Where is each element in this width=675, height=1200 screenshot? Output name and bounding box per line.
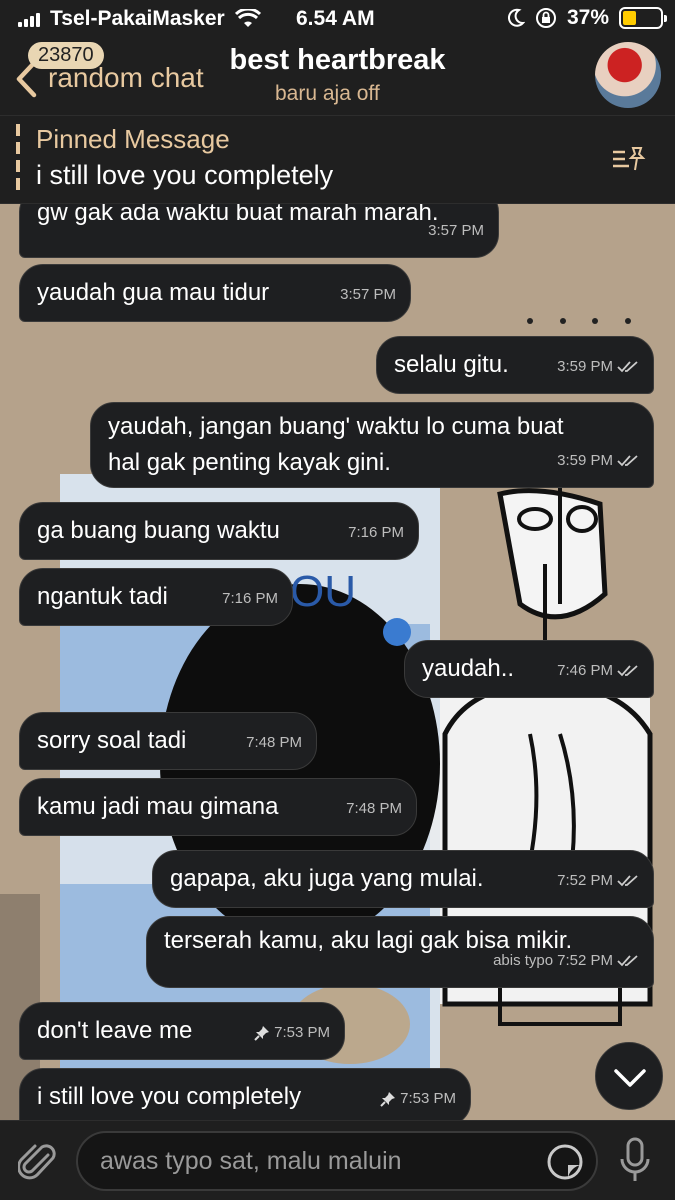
message-time: 7:52 PM <box>557 952 613 969</box>
message-time: 7:53 PM <box>400 1090 456 1107</box>
message-time: 7:16 PM <box>222 590 278 607</box>
double-check-icon <box>617 665 638 677</box>
scroll-to-bottom-button[interactable] <box>595 1042 663 1110</box>
double-check-icon <box>617 361 638 373</box>
chat-status: baru aja off <box>275 82 380 105</box>
message-bubble-incoming[interactable]: ga buang buang waktu 7:16 PM <box>19 502 419 560</box>
message-text: don't leave me <box>37 1017 193 1044</box>
message-bubble-incoming[interactable]: ngantuk tadi 7:16 PM <box>19 568 293 626</box>
paperclip-icon[interactable] <box>18 1139 58 1183</box>
battery-icon <box>619 7 667 29</box>
pinned-title: Pinned Message <box>36 124 230 154</box>
status-bar: Tsel-PakaiMasker 6.54 AM 37% <box>0 0 675 38</box>
message-text: yaudah, jangan buang' waktu lo cuma buat <box>108 413 564 440</box>
message-text: gw gak ada waktu buat marah marah. <box>37 204 439 226</box>
carrier-name: Tsel-PakaiMasker <box>50 7 225 30</box>
message-time: 7:48 PM <box>246 734 302 751</box>
message-text: gapapa, aku juga yang mulai. <box>170 865 484 892</box>
pinned-text: i still love you completely <box>36 160 334 190</box>
microphone-icon[interactable] <box>618 1135 652 1187</box>
signal-icon <box>18 11 40 27</box>
message-time: 3:59 PM <box>557 452 613 469</box>
message-text-line2: hal gak penting kayak gini. <box>108 449 391 476</box>
message-text: selalu gitu. <box>394 351 509 378</box>
pin-icon <box>380 1092 396 1107</box>
chat-area[interactable]: OU gw gak ada waktu buat marah marah. 3:… <box>0 204 675 1120</box>
message-bubble-incoming[interactable]: i still love you completely 7:53 PM <box>19 1068 471 1120</box>
message-bubble-incoming[interactable]: sorry soal tadi 7:48 PM <box>19 712 317 770</box>
message-text: yaudah.. <box>422 655 515 682</box>
edited-label: abis typo <box>493 952 554 969</box>
message-bubble-outgoing[interactable]: selalu gitu. 3:59 PM <box>376 336 654 394</box>
moon-icon <box>508 8 525 27</box>
message-bubble-incoming[interactable]: yaudah gua mau tidur 3:57 PM <box>19 264 411 322</box>
message-bubble-outgoing[interactable]: yaudah, jangan buang' waktu lo cuma buat… <box>90 402 654 488</box>
pin-list-icon[interactable] <box>611 144 647 174</box>
message-bubble-incoming[interactable]: don't leave me 7:53 PM <box>19 1002 345 1060</box>
message-bubble-incoming[interactable]: gw gak ada waktu buat marah marah. 3:57 … <box>19 204 499 258</box>
message-bubble-outgoing[interactable]: terserah kamu, aku lagi gak bisa mikir. … <box>146 916 654 988</box>
message-time: 3:57 PM <box>340 286 396 303</box>
message-time: 7:16 PM <box>348 524 404 541</box>
message-bubble-outgoing[interactable]: yaudah.. 7:46 PM <box>404 640 654 698</box>
message-text: ngantuk tadi <box>37 583 168 610</box>
battery-percent: 37% <box>566 6 609 29</box>
message-text: ga buang buang waktu <box>37 517 280 544</box>
avatar[interactable] <box>595 42 661 108</box>
double-check-icon <box>617 455 638 467</box>
message-text: i still love you completely <box>37 1083 302 1110</box>
message-time: 3:59 PM <box>557 358 613 375</box>
message-input[interactable]: awas typo sat, malu maluin <box>76 1131 598 1191</box>
message-time: 3:57 PM <box>428 222 484 239</box>
chevron-down-icon <box>614 1069 646 1087</box>
message-input-bar: awas typo sat, malu maluin <box>0 1120 675 1200</box>
message-text: kamu jadi mau gimana <box>37 793 279 820</box>
message-text: yaudah gua mau tidur <box>37 279 270 306</box>
pin-icon <box>254 1026 270 1041</box>
double-check-icon <box>617 875 638 887</box>
svg-text:OU: OU <box>290 567 356 616</box>
message-bubble-incoming[interactable]: kamu jadi mau gimana 7:48 PM <box>19 778 417 836</box>
double-check-icon <box>617 955 638 967</box>
status-time: 6.54 AM <box>296 7 375 30</box>
chat-title[interactable]: best heartbreak <box>0 44 675 77</box>
rotation-lock-icon <box>535 8 556 28</box>
message-time: 7:52 PM <box>557 872 613 889</box>
message-bubble-outgoing[interactable]: gapapa, aku juga yang mulai. 7:52 PM <box>152 850 654 908</box>
wifi-icon <box>234 9 261 27</box>
message-input-placeholder: awas typo sat, malu maluin <box>100 1147 402 1175</box>
message-time: 7:53 PM <box>274 1024 330 1041</box>
chat-header: random chat 23870 best heartbreak baru a… <box>0 38 675 116</box>
message-time: 7:48 PM <box>346 800 402 817</box>
sticker-icon[interactable] <box>546 1143 584 1181</box>
pinned-message-bar[interactable]: Pinned Message i still love you complete… <box>0 116 675 204</box>
message-time: 7:46 PM <box>557 662 613 679</box>
pinned-indicator <box>16 124 20 196</box>
message-text: sorry soal tadi <box>37 727 187 754</box>
